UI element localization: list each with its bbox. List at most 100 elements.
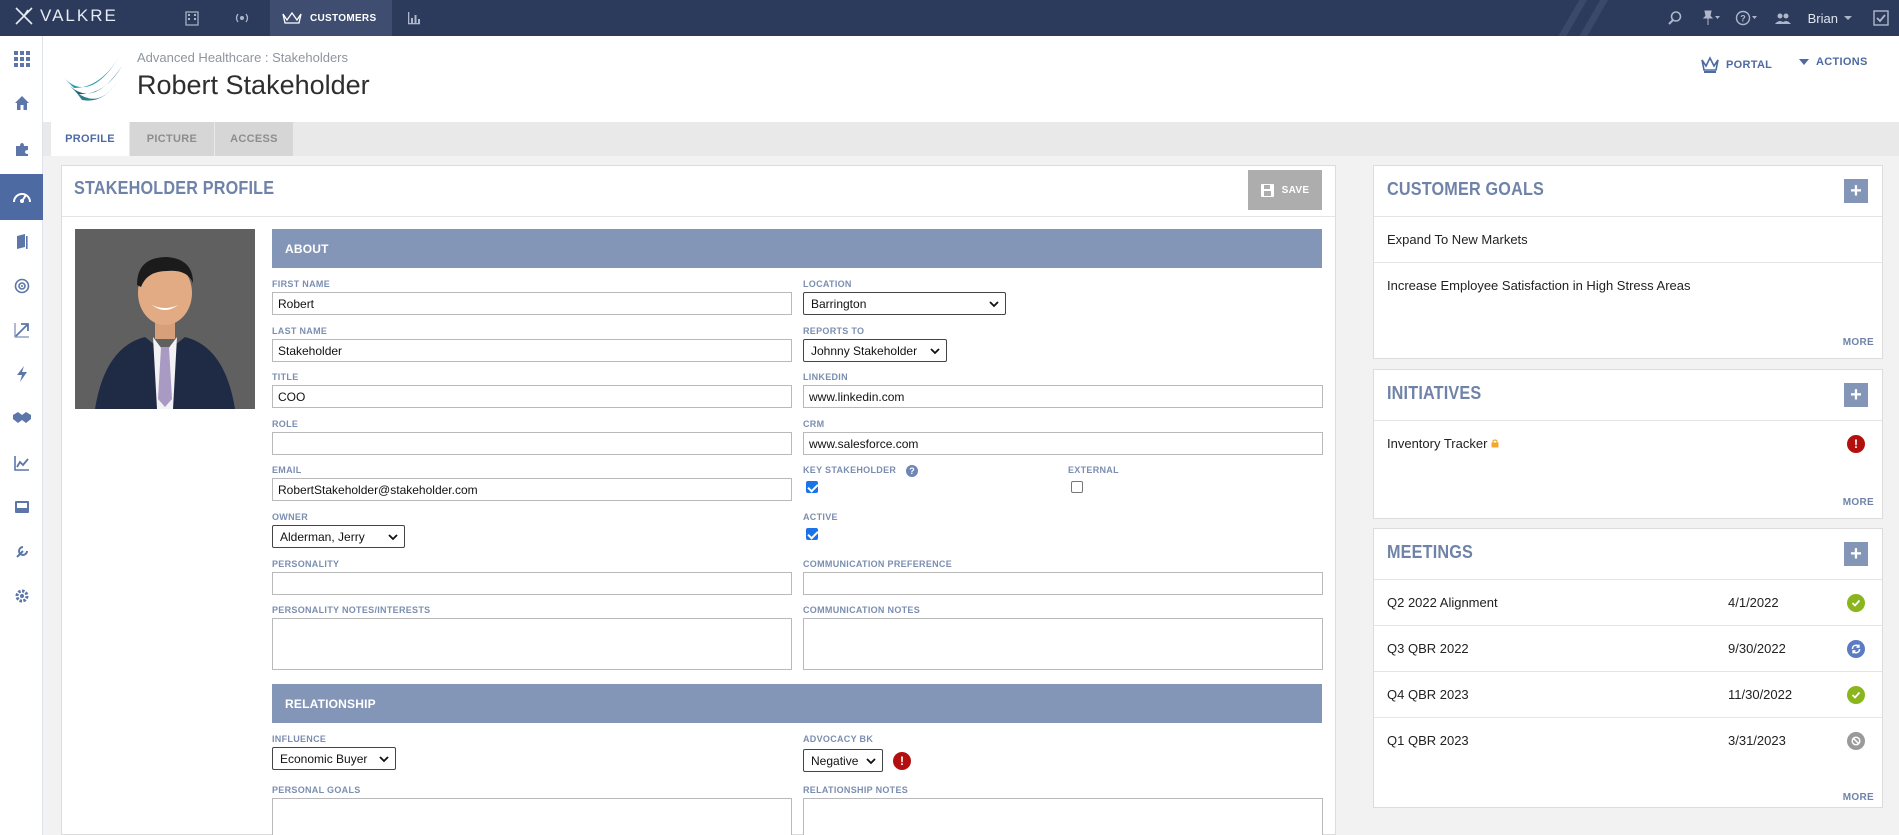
sidebar-item-partners[interactable] <box>0 398 43 438</box>
portal-button[interactable]: PORTAL <box>1700 56 1772 74</box>
cancelled-icon <box>1847 732 1865 750</box>
meetings-more-link[interactable]: MORE <box>1843 792 1874 803</box>
owner-select[interactable]: Alderman, Jerry <box>272 525 405 548</box>
tab-access[interactable]: ACCESS <box>215 122 293 156</box>
personality-notes-textarea[interactable] <box>272 618 792 670</box>
user-menu[interactable]: Brian <box>1808 11 1838 26</box>
communication-notes-textarea[interactable] <box>803 618 1323 670</box>
sidebar-item-goals[interactable] <box>0 266 43 306</box>
gauge-icon <box>12 193 31 203</box>
table-row[interactable]: Q4 QBR 2023 11/30/2022 <box>1374 671 1882 717</box>
add-initiative-button[interactable]: + <box>1844 383 1868 407</box>
goals-more-link[interactable]: MORE <box>1843 337 1874 348</box>
valkre-x-icon <box>15 7 33 25</box>
tasks-button[interactable] <box>1863 0 1899 36</box>
app-logo[interactable]: VALKRE <box>14 6 118 26</box>
first-name-input[interactable]: Robert <box>272 292 792 315</box>
linkedin-input[interactable]: www.linkedin.com <box>803 385 1323 408</box>
personality-input[interactable] <box>272 572 792 595</box>
email-input[interactable]: RobertStakeholder@stakeholder.com <box>272 478 792 501</box>
team-icon <box>1774 13 1791 24</box>
last-name-input[interactable]: Stakeholder <box>272 339 792 362</box>
crm-input[interactable]: www.salesforce.com <box>803 432 1323 455</box>
add-meeting-button[interactable]: + <box>1844 542 1868 566</box>
sidebar-item-growth[interactable] <box>0 310 43 350</box>
external-checkbox[interactable] <box>1071 481 1083 493</box>
pin-menu-button[interactable] <box>1698 0 1724 36</box>
in-progress-icon <box>1847 640 1865 658</box>
role-input[interactable] <box>272 432 792 455</box>
personality-notes-label: PERSONALITY NOTES/INTERESTS <box>272 605 431 615</box>
key-stakeholder-checkbox[interactable] <box>806 481 818 493</box>
app-name: VALKRE <box>40 6 118 25</box>
bar-chart-icon[interactable] <box>406 10 422 26</box>
complete-check-icon <box>1847 594 1865 612</box>
chevron-down-icon[interactable] <box>1843 13 1853 23</box>
sidebar-item-reports[interactable] <box>0 443 43 483</box>
sidebar-item-inbox[interactable] <box>0 487 43 527</box>
location-label: LOCATION <box>803 279 852 289</box>
list-item[interactable]: Inventory Tracker ! <box>1374 420 1882 466</box>
sidebar-item-customers[interactable] <box>0 174 43 220</box>
reports-to-select[interactable]: Johnny Stakeholder <box>803 339 947 362</box>
owner-value: Alderman, Jerry <box>280 529 365 544</box>
sidebar-item-settings[interactable] <box>0 576 43 616</box>
initiatives-more-link[interactable]: MORE <box>1843 497 1874 508</box>
sidebar-item-apps[interactable] <box>0 39 43 79</box>
search-button[interactable] <box>1662 0 1688 36</box>
active-checkbox[interactable] <box>806 528 818 540</box>
help-menu-button[interactable]: ? <box>1734 0 1760 36</box>
team-button[interactable] <box>1770 0 1796 36</box>
reports-to-value: Johnny Stakeholder <box>811 343 918 358</box>
building-icon[interactable] <box>184 10 200 26</box>
sidebar-item-tools[interactable] <box>0 532 43 572</box>
key-stakeholder-label: KEY STAKEHOLDER <box>803 465 897 475</box>
help-icon[interactable]: ? <box>906 465 918 477</box>
list-item[interactable]: Expand To New Markets <box>1374 216 1882 262</box>
breadcrumb: Advanced Healthcare : Stakeholders <box>137 50 349 65</box>
personal-goals-textarea[interactable] <box>272 798 792 835</box>
influence-select[interactable]: Economic Buyer <box>272 747 396 770</box>
tab-picture[interactable]: PICTURE <box>130 122 214 156</box>
grid-icon <box>13 51 30 67</box>
relationship-notes-label: RELATIONSHIP NOTES <box>803 785 909 795</box>
add-goal-button[interactable]: + <box>1844 179 1868 203</box>
meetings-panel: MEETINGS + Q2 2022 Alignment 4/1/2022 Q3… <box>1373 528 1883 808</box>
sidebar-item-home[interactable] <box>0 83 43 123</box>
communication-preference-input[interactable] <box>803 572 1323 595</box>
personality-label: PERSONALITY <box>272 559 340 569</box>
tab-profile[interactable]: PROFILE <box>51 122 129 156</box>
nav-customers[interactable]: CUSTOMERS <box>270 0 392 36</box>
home-icon <box>14 96 29 110</box>
relationship-notes-textarea[interactable] <box>803 798 1323 835</box>
wrench-icon <box>15 546 28 558</box>
arrow-up-right-icon <box>14 323 29 338</box>
table-row[interactable]: Q1 QBR 2023 3/31/2023 <box>1374 717 1882 763</box>
list-item[interactable]: Increase Employee Satisfaction in High S… <box>1374 262 1882 308</box>
save-button[interactable]: SAVE <box>1248 170 1322 210</box>
help-icon: ? <box>1735 10 1757 26</box>
chevron-down-icon <box>388 534 398 541</box>
chevron-down-icon <box>989 301 999 308</box>
meeting-date: 11/30/2022 <box>1728 687 1793 702</box>
target-icon <box>14 278 29 294</box>
communication-preference-label: COMMUNICATION PREFERENCE <box>803 559 953 569</box>
goal-name: Increase Employee Satisfaction in High S… <box>1387 278 1691 293</box>
sidebar-item-integrations[interactable] <box>0 129 43 169</box>
personal-goals-label: PERSONAL GOALS <box>272 785 361 795</box>
location-value: Barrington <box>811 296 867 311</box>
table-row[interactable]: Q3 QBR 2022 9/30/2022 <box>1374 625 1882 671</box>
actions-button[interactable]: ACTIONS <box>1798 56 1868 68</box>
page-title: Robert Stakeholder <box>137 70 370 100</box>
pin-icon <box>1702 10 1720 25</box>
title-input[interactable]: COO <box>272 385 792 408</box>
sidebar-item-documents[interactable] <box>0 222 43 262</box>
location-select[interactable]: Barrington <box>803 292 1006 315</box>
meeting-name: Q1 QBR 2023 <box>1387 733 1469 748</box>
advocacy-select[interactable]: Negative <box>803 749 883 772</box>
table-row[interactable]: Q2 2022 Alignment 4/1/2022 <box>1374 579 1882 625</box>
customer-goals-title: CUSTOMER GOALS <box>1387 179 1545 199</box>
sidebar-item-activity[interactable] <box>0 354 43 394</box>
active-label: ACTIVE <box>803 512 838 522</box>
broadcast-icon[interactable] <box>234 10 250 26</box>
